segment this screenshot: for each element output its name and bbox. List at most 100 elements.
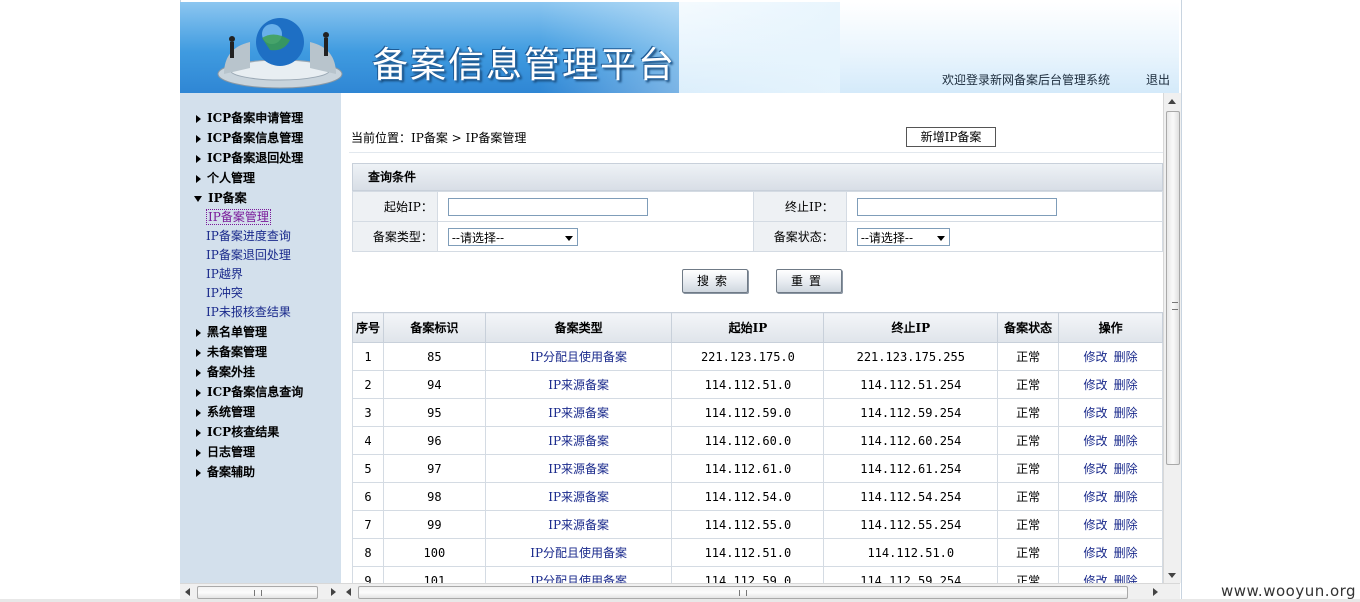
sidebar-item-icp-query[interactable]: ICP备案信息查询 — [194, 382, 303, 402]
delete-link[interactable]: 删除 — [1114, 490, 1138, 504]
triangle-right-icon — [196, 174, 201, 183]
table-row: 2 94 IP来源备案 114.112.51.0 114.112.51.254 正常 修改删… — [352, 370, 1163, 399]
start-ip-input[interactable] — [447, 197, 648, 216]
sidebar-item-icp-apply[interactable]: ICP备案申请管理 — [194, 108, 303, 128]
delete-link[interactable]: 删除 — [1114, 378, 1138, 392]
scroll-left-icon[interactable] — [346, 588, 351, 596]
status-select-value: --请选择-- — [860, 230, 914, 245]
type-cell: --请选择-- — [436, 221, 754, 252]
sidebar-sub-ip-return[interactable]: IP备案退回处理 — [194, 246, 303, 265]
sidebar-item-assist[interactable]: 备案辅助 — [194, 462, 303, 482]
delete-link[interactable]: 删除 — [1114, 462, 1138, 476]
edit-link[interactable]: 修改 — [1084, 434, 1108, 448]
edit-link[interactable]: 修改 — [1084, 546, 1108, 560]
cell-type[interactable]: IP分配且使用备案 — [484, 342, 673, 371]
cell-type[interactable]: IP来源备案 — [484, 482, 673, 511]
cell-type[interactable]: IP来源备案 — [484, 454, 673, 483]
cell-start-ip: 114.112.61.0 — [671, 454, 825, 483]
cell-start-ip: 114.112.55.0 — [671, 510, 825, 539]
scroll-down-icon[interactable] — [1168, 573, 1176, 578]
sidebar-item-unrecorded[interactable]: 未备案管理 — [194, 342, 303, 362]
edit-link[interactable]: 修改 — [1084, 574, 1108, 583]
globe-logo-icon — [217, 18, 343, 89]
cell-type[interactable]: IP来源备案 — [484, 398, 673, 427]
status-select[interactable]: --请选择-- — [856, 227, 950, 246]
delete-link[interactable]: 删除 — [1114, 518, 1138, 532]
cell-type[interactable]: IP分配且使用备案 — [484, 566, 673, 583]
triangle-right-icon — [196, 468, 201, 477]
edit-link[interactable]: 修改 — [1084, 406, 1108, 420]
query-title: 查询条件 — [352, 163, 1163, 191]
sidebar-scroll-thumb[interactable] — [197, 586, 318, 599]
sidebar-item-personal[interactable]: 个人管理 — [194, 168, 303, 188]
cell-type[interactable]: IP分配且使用备案 — [484, 538, 673, 567]
cell-status: 正常 — [997, 454, 1060, 483]
vertical-scrollbar[interactable] — [1163, 93, 1181, 583]
sidebar-item-label: 未备案管理 — [207, 345, 268, 359]
sidebar-sub-ip-progress[interactable]: IP备案进度查询 — [194, 227, 303, 246]
edit-link[interactable]: 修改 — [1084, 490, 1108, 504]
edit-link[interactable]: 修改 — [1084, 462, 1108, 476]
cell-end-ip: 114.112.51.254 — [823, 370, 999, 399]
main-scroll-thumb[interactable] — [358, 586, 1128, 599]
sidebar-item-ip-record[interactable]: IP备案 — [194, 188, 303, 208]
cell-no: 9 — [352, 566, 384, 583]
sidebar-sub-ip-unreported[interactable]: IP未报核查结果 — [194, 303, 303, 322]
cell-start-ip: 114.112.54.0 — [671, 482, 825, 511]
sidebar-item-log[interactable]: 日志管理 — [194, 442, 303, 462]
sidebar-sub-label: IP备案进度查询 — [206, 229, 291, 243]
ip-record-table: 序号 备案标识 备案类型 起始IP 终止IP 备案状态 操作 1 85 IP分配且使… — [352, 312, 1163, 583]
end-ip-cell — [845, 191, 1163, 222]
vertical-scroll-thumb[interactable] — [1166, 111, 1180, 465]
type-select[interactable]: --请选择-- — [447, 227, 578, 246]
cell-type[interactable]: IP来源备案 — [484, 370, 673, 399]
col-header-status: 备案状态 — [997, 312, 1060, 343]
edit-link[interactable]: 修改 — [1084, 378, 1108, 392]
delete-link[interactable]: 删除 — [1114, 406, 1138, 420]
delete-link[interactable]: 删除 — [1114, 574, 1138, 583]
sidebar-item-blacklist[interactable]: 黑名单管理 — [194, 322, 303, 342]
col-header-end-ip: 终止IP — [823, 312, 999, 343]
scroll-up-icon[interactable] — [1168, 99, 1176, 104]
cell-actions: 修改 删除 — [1058, 342, 1163, 371]
welcome-text: 欢迎登录新网备案后台管理系统 — [942, 73, 1111, 87]
sidebar-item-label: ICP备案信息管理 — [207, 131, 304, 145]
status-label: 备案状态： — [752, 221, 847, 252]
sidebar-item-system[interactable]: 系统管理 — [194, 402, 303, 422]
triangle-down-icon — [194, 195, 202, 202]
breadcrumb: 当前位置：IP备案 > IP备案管理 — [351, 131, 527, 145]
sidebar-item-plugin[interactable]: 备案外挂 — [194, 362, 303, 382]
delete-link[interactable]: 删除 — [1114, 434, 1138, 448]
cell-start-ip: 114.112.51.0 — [671, 370, 825, 399]
reset-button[interactable]: 重置 — [776, 269, 842, 293]
sidebar-item-label: ICP备案申请管理 — [207, 111, 304, 125]
end-ip-input[interactable] — [856, 197, 1057, 216]
sidebar-sub-ip-overflow[interactable]: IP越界 — [194, 265, 303, 284]
triangle-right-icon — [196, 154, 201, 163]
cell-type[interactable]: IP来源备案 — [484, 426, 673, 455]
triangle-right-icon — [196, 328, 201, 337]
sidebar-item-icp-check[interactable]: ICP核查结果 — [194, 422, 303, 442]
cell-type[interactable]: IP来源备案 — [484, 510, 673, 539]
logout-link[interactable]: 退出 — [1146, 71, 1170, 88]
search-button[interactable]: 搜索 — [682, 269, 748, 293]
sidebar-item-icp-return[interactable]: ICP备案退回处理 — [194, 148, 303, 168]
scroll-left-icon[interactable] — [185, 588, 190, 596]
triangle-right-icon — [196, 388, 201, 397]
sidebar-sub-ip-manage[interactable]: IP备案管理 — [194, 208, 303, 227]
sidebar-item-icp-info[interactable]: ICP备案信息管理 — [194, 128, 303, 148]
cell-start-ip: 221.123.175.0 — [671, 342, 825, 371]
sidebar-item-label: ICP备案退回处理 — [207, 151, 304, 165]
cell-no: 5 — [352, 454, 384, 483]
edit-link[interactable]: 修改 — [1084, 518, 1108, 532]
delete-link[interactable]: 删除 — [1114, 546, 1138, 560]
scroll-right-icon[interactable] — [1153, 588, 1158, 596]
edit-link[interactable]: 修改 — [1084, 350, 1108, 364]
cell-id: 99 — [382, 510, 486, 539]
sidebar-sub-ip-conflict[interactable]: IP冲突 — [194, 284, 303, 303]
grip-icon — [254, 590, 262, 596]
delete-link[interactable]: 删除 — [1114, 350, 1138, 364]
scroll-right-icon[interactable] — [331, 588, 336, 596]
grip-icon — [1172, 302, 1178, 310]
add-ip-record-button[interactable]: 新增IP备案 — [906, 127, 996, 147]
